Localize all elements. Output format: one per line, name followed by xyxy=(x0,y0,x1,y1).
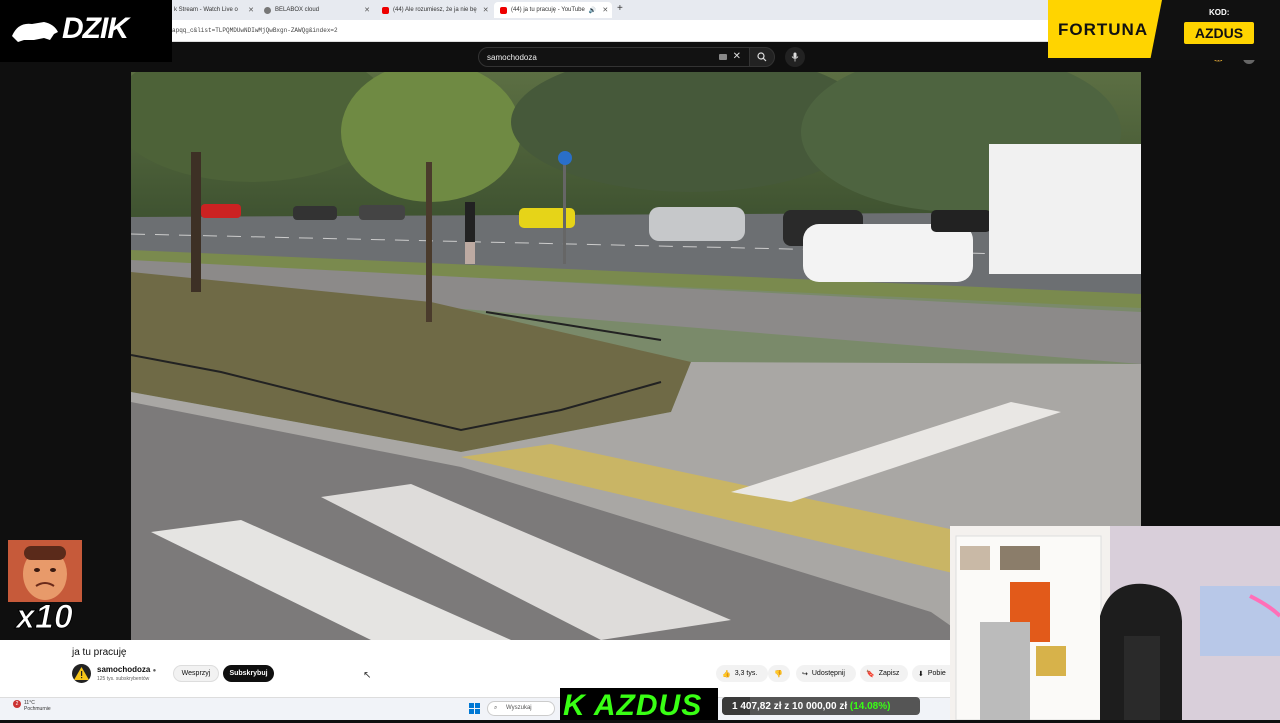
dislike-button[interactable]: 👎 xyxy=(768,665,790,682)
weather-widget[interactable]: 11°C Pochmurnie xyxy=(24,700,51,712)
bookmark-icon: 🔖 xyxy=(866,670,875,678)
close-icon[interactable]: ✕ xyxy=(358,6,370,14)
tab-youtube-active[interactable]: (44) ja tu pracuję - YouTube 🔊 ✕ xyxy=(494,2,612,18)
thumbs-up-icon: 👍 xyxy=(722,670,731,678)
mouse-cursor-icon: ↖ xyxy=(363,670,372,681)
close-icon[interactable]: ✕ xyxy=(477,6,489,14)
channel-avatar[interactable] xyxy=(72,664,91,683)
dzik-logo-overlay: DZIK xyxy=(0,0,172,62)
emote-multiplier: x10 xyxy=(16,598,74,637)
promo-code-label: KOD: xyxy=(1209,8,1230,17)
tab-belabox[interactable]: BELABOX cloud ✕ xyxy=(258,2,376,18)
youtube-icon xyxy=(500,6,507,14)
video-title: ja tu pracuję xyxy=(72,647,127,658)
boar-icon xyxy=(12,22,58,42)
search-value: samochodoza xyxy=(487,53,537,62)
search-icon xyxy=(757,52,767,62)
close-icon[interactable]: ✕ xyxy=(242,6,254,14)
support-button[interactable]: Wesprzyj xyxy=(173,665,219,682)
new-tab-button[interactable]: + xyxy=(617,3,623,14)
channel-name[interactable]: samochodoza ● xyxy=(97,665,156,674)
keyboard-icon[interactable] xyxy=(719,54,727,60)
youtube-icon xyxy=(382,6,389,14)
sponsor-name: FORTUNA xyxy=(1058,20,1149,39)
subscribe-button[interactable]: Subskrybuj xyxy=(223,665,274,682)
promo-code: AZDUS xyxy=(1184,22,1254,44)
save-button[interactable]: 🔖 Zapisz xyxy=(860,665,908,682)
webcam-image xyxy=(950,526,1280,720)
windows-start-icon[interactable] xyxy=(469,703,480,714)
notification-badge[interactable]: 2 xyxy=(13,700,21,708)
taskbar-search[interactable]: ⌕ Wyszukaj xyxy=(487,701,555,716)
brand-text: DZIK xyxy=(62,12,129,45)
search-button[interactable] xyxy=(749,47,775,67)
warning-triangle-icon xyxy=(74,667,89,680)
donation-goal-text: 1 407,82 zł z 10 000,00 zł (14.08%) xyxy=(732,701,891,712)
chat-emote xyxy=(8,540,82,602)
webcam-feed xyxy=(950,526,1280,720)
download-icon: ⬇ xyxy=(918,670,924,678)
url-text: apqq_c&list=TLPQMDUwNDIwMjQwBxgn-ZAWQg&i… xyxy=(172,27,338,34)
search-input[interactable]: samochodoza ✕ xyxy=(478,47,750,67)
share-button[interactable]: ↪ Udostępnij xyxy=(796,665,856,682)
clear-search-icon[interactable]: ✕ xyxy=(733,51,741,62)
channel-subscriber-count: 125 tys. subskrybentów xyxy=(97,676,150,682)
voice-search-button[interactable] xyxy=(785,47,805,67)
globe-icon xyxy=(264,6,271,14)
code-banner-text: K AZDUS xyxy=(563,689,703,722)
mic-icon xyxy=(791,52,799,62)
download-button[interactable]: ⬇ Pobie xyxy=(912,665,950,682)
thumbs-down-icon: 👎 xyxy=(774,670,783,678)
tab-youtube-1[interactable]: (44) Ale rozumiesz, że ja nie bę ✕ xyxy=(376,2,494,18)
like-button[interactable]: 👍 3,3 tys. xyxy=(716,665,768,682)
speaker-icon[interactable]: 🔊 xyxy=(589,7,596,14)
verified-icon: ● xyxy=(152,668,157,674)
tab-kick-stream[interactable]: k Stream - Watch Live o ✕ xyxy=(168,2,260,18)
share-icon: ↪ xyxy=(802,670,808,678)
search-icon: ⌕ xyxy=(494,705,498,711)
face-emote-image xyxy=(8,540,82,602)
close-icon[interactable]: ✕ xyxy=(596,6,608,14)
